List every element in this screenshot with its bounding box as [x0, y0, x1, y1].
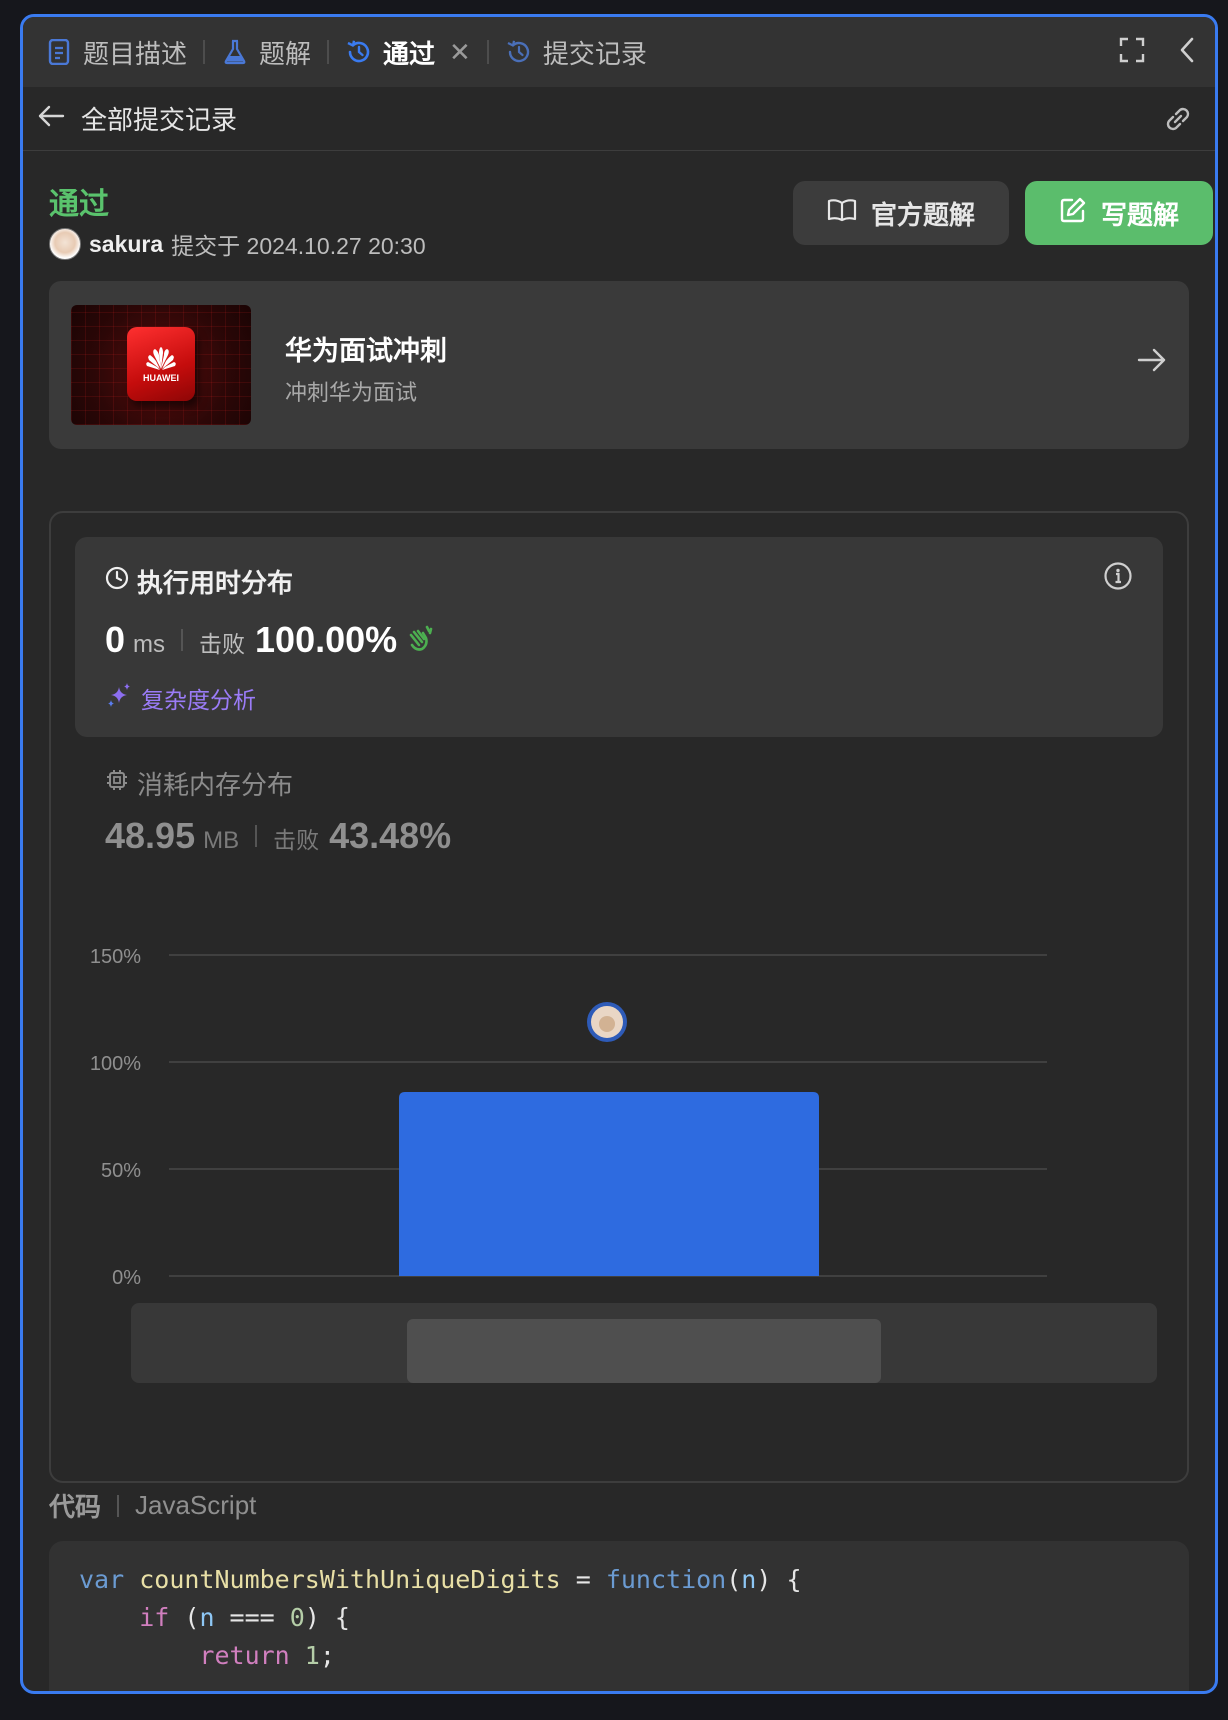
code-line: return 1;	[199, 1641, 335, 1670]
clock-icon	[105, 566, 129, 597]
y-tick-label: 100%	[90, 1053, 141, 1075]
tab-submissions[interactable]: 提交记录	[505, 17, 647, 87]
promo-image: HUAWEI	[71, 305, 251, 425]
tab-solutions[interactable]: 题解	[221, 17, 311, 87]
divider	[181, 629, 184, 651]
info-icon[interactable]	[1103, 561, 1133, 596]
promo-title: 华为面试冲刺	[285, 336, 447, 366]
code-language: JavaScript	[135, 1490, 257, 1520]
code-line: var countNumbersWithUniqueDigits = funct…	[79, 1565, 802, 1594]
code-line: if (n === 0) {	[139, 1603, 350, 1632]
runtime-card[interactable]: 执行用时分布 0 ms 击败 100.00% 复杂度分析	[75, 537, 1163, 737]
tab-label: 题解	[259, 38, 312, 69]
back-arrow-icon[interactable]	[37, 104, 65, 133]
tab-bar: 题目描述 题解 通过 ✕ 提交记录	[23, 17, 1215, 87]
tab-label: 题目描述	[83, 38, 188, 69]
history-icon	[345, 38, 373, 66]
code-header: 代码 JavaScript	[49, 1487, 256, 1524]
chip-icon	[105, 768, 129, 799]
runtime-beat-percent: 100.00%	[255, 619, 398, 660]
submitted-time: 提交于 2024.10.27 20:30	[171, 233, 426, 259]
official-solution-button[interactable]: 官方题解	[793, 181, 1009, 245]
runtime-distribution-chart: 150% 100% 50% 0%	[90, 946, 1157, 1383]
button-label: 写题解	[1100, 199, 1179, 230]
tab-label: 通过	[383, 38, 436, 69]
tab-label: 提交记录	[542, 38, 647, 69]
code-block[interactable]: var countNumbersWithUniqueDigits = funct…	[49, 1541, 1189, 1691]
huawei-logo-text: HUAWEI	[143, 373, 179, 383]
memory-title[interactable]: 消耗内存分布	[105, 765, 293, 802]
code-label: 代码	[49, 1492, 102, 1522]
submission-meta: sakura 提交于 2024.10.27 20:30	[49, 227, 426, 261]
tab-accepted[interactable]: 通过 ✕	[345, 17, 471, 87]
arrow-right-icon	[1137, 347, 1167, 378]
runtime-title: 执行用时分布	[105, 563, 293, 600]
chart-range-handle	[407, 1319, 881, 1383]
avatar[interactable]	[49, 228, 81, 260]
username[interactable]: sakura	[89, 231, 163, 258]
tab-description[interactable]: 题目描述	[45, 17, 187, 87]
runtime-values: 0 ms 击败 100.00%	[105, 619, 435, 661]
memory-values: 48.95 MB 击败 43.48%	[105, 815, 451, 857]
performance-stats: 执行用时分布 0 ms 击败 100.00% 复杂度分析 消耗内存分布 48.9…	[49, 511, 1189, 1483]
submission-header: 全部提交记录	[23, 87, 1215, 151]
memory-value: 48.95	[105, 815, 196, 856]
sparkle-icon	[105, 681, 133, 715]
status-label: 通过	[49, 188, 109, 221]
y-tick-label: 50%	[101, 1160, 141, 1182]
button-label: 官方题解	[870, 199, 975, 230]
chart-bar	[399, 1091, 819, 1276]
link-icon[interactable]	[1161, 105, 1195, 138]
runtime-value: 0	[105, 619, 126, 660]
huawei-logo: HUAWEI	[127, 327, 195, 401]
memory-unit: MB	[203, 827, 240, 854]
tab-divider	[203, 40, 206, 64]
clapping-hands-icon	[405, 623, 435, 658]
divider	[255, 825, 258, 847]
collapse-icon[interactable]	[1179, 37, 1195, 68]
divider	[117, 1494, 120, 1517]
submission-panel: 题目描述 题解 通过 ✕ 提交记录 全部提交记录 通过 sakura 提交于 2…	[20, 14, 1218, 1694]
edit-icon	[1059, 196, 1087, 231]
history-icon	[505, 38, 533, 66]
tab-divider	[327, 40, 330, 64]
close-icon[interactable]: ✕	[449, 37, 471, 68]
book-icon	[827, 198, 857, 229]
memory-beat-percent: 43.48%	[329, 815, 452, 856]
beat-label: 击败	[199, 631, 246, 657]
complexity-analysis-link[interactable]: 复杂度分析	[105, 681, 256, 715]
y-tick-label: 150%	[90, 946, 141, 968]
y-tick-label: 0%	[112, 1267, 141, 1289]
fullscreen-icon[interactable]	[1119, 37, 1145, 68]
beat-label: 击败	[273, 827, 320, 853]
promo-card[interactable]: HUAWEI 华为面试冲刺 冲刺华为面试	[49, 281, 1189, 449]
user-avatar-marker	[599, 1015, 615, 1032]
write-solution-button[interactable]: 写题解	[1025, 181, 1213, 245]
promo-subtitle: 冲刺华为面试	[285, 380, 418, 405]
tab-divider	[486, 40, 489, 64]
all-submissions-link[interactable]: 全部提交记录	[81, 100, 237, 137]
flask-icon	[221, 38, 249, 66]
document-icon	[45, 38, 73, 66]
runtime-unit: ms	[133, 631, 166, 658]
